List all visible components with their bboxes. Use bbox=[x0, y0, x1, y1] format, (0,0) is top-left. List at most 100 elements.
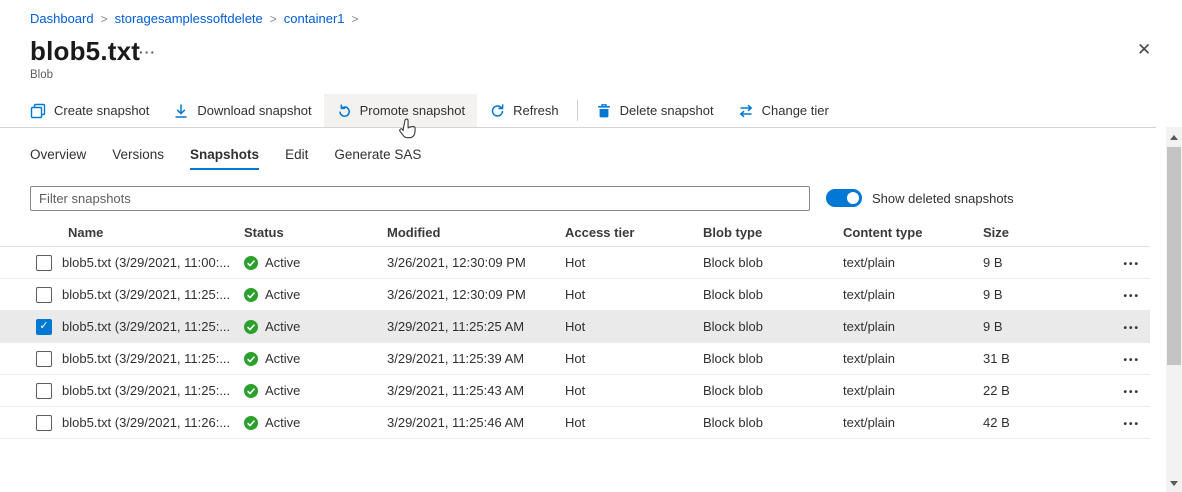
create-snapshot-label: Create snapshot bbox=[54, 103, 149, 118]
toggle-knob bbox=[847, 192, 859, 204]
delete-snapshot-button[interactable]: Delete snapshot bbox=[584, 94, 726, 127]
command-bar: Create snapshot Download snapshot Promot… bbox=[30, 94, 841, 127]
breadcrumb: Dashboard > storagesamplessoftdelete > c… bbox=[30, 11, 359, 26]
promote-snapshot-label: Promote snapshot bbox=[360, 103, 466, 118]
column-header-content-type: Content type bbox=[843, 225, 983, 240]
breadcrumb-dashboard[interactable]: Dashboard bbox=[30, 11, 94, 26]
row-context-menu-icon[interactable]: ••• bbox=[1123, 323, 1140, 334]
access-tier-value: Hot bbox=[565, 255, 703, 270]
status-label: Active bbox=[265, 255, 300, 270]
breadcrumb-storage-account[interactable]: storagesamplessoftdelete bbox=[115, 11, 263, 26]
status-active-icon bbox=[244, 256, 258, 270]
row-context-menu-icon[interactable]: ••• bbox=[1123, 419, 1140, 430]
blob-type-value: Block blob bbox=[703, 383, 843, 398]
row-checkbox[interactable] bbox=[36, 351, 52, 367]
refresh-icon bbox=[489, 103, 505, 119]
download-snapshot-button[interactable]: Download snapshot bbox=[161, 94, 323, 127]
row-checkbox[interactable] bbox=[36, 415, 52, 431]
close-icon[interactable]: ✕ bbox=[1137, 41, 1151, 58]
modified-value: 3/29/2021, 11:25:39 AM bbox=[387, 351, 565, 366]
snapshot-name: blob5.txt (3/29/2021, 11:25:... bbox=[62, 287, 244, 302]
page-subtitle: Blob bbox=[30, 69, 53, 81]
tab-snapshots[interactable]: Snapshots bbox=[190, 147, 259, 170]
change-tier-button[interactable]: Change tier bbox=[726, 94, 841, 127]
scrollbar-up-icon[interactable] bbox=[1170, 135, 1178, 140]
row-context-menu-icon[interactable]: ••• bbox=[1123, 387, 1140, 398]
modified-value: 3/29/2021, 11:25:43 AM bbox=[387, 383, 565, 398]
create-snapshot-button[interactable]: Create snapshot bbox=[30, 94, 161, 127]
blob-type-value: Block blob bbox=[703, 287, 843, 302]
size-value: 9 B bbox=[983, 319, 1075, 334]
content-type-value: text/plain bbox=[843, 351, 983, 366]
promote-icon bbox=[336, 103, 352, 119]
blob-type-value: Block blob bbox=[703, 319, 843, 334]
column-header-blob-type: Blob type bbox=[703, 225, 843, 240]
row-context-menu-icon[interactable]: ••• bbox=[1123, 291, 1140, 302]
more-icon[interactable]: ··· bbox=[139, 44, 156, 60]
refresh-label: Refresh bbox=[513, 103, 559, 118]
table-row[interactable]: blob5.txt (3/29/2021, 11:25:... Active 3… bbox=[0, 279, 1150, 311]
table-row[interactable]: blob5.txt (3/29/2021, 11:25:... Active 3… bbox=[0, 375, 1150, 407]
change-tier-icon bbox=[738, 103, 754, 119]
breadcrumb-container1[interactable]: container1 bbox=[284, 11, 345, 26]
tab-overview[interactable]: Overview bbox=[30, 147, 86, 170]
modified-value: 3/29/2021, 11:25:46 AM bbox=[387, 415, 565, 430]
refresh-button[interactable]: Refresh bbox=[477, 94, 571, 127]
status-active-icon bbox=[244, 320, 258, 334]
page-title: blob5.txt bbox=[30, 36, 140, 67]
content-type-value: text/plain bbox=[843, 255, 983, 270]
blob-type-value: Block blob bbox=[703, 255, 843, 270]
scrollbar-down-icon[interactable] bbox=[1170, 481, 1178, 486]
row-checkbox[interactable] bbox=[36, 287, 52, 303]
promote-snapshot-button[interactable]: Promote snapshot bbox=[324, 94, 478, 127]
row-checkbox[interactable] bbox=[36, 255, 52, 271]
vertical-scrollbar[interactable] bbox=[1166, 127, 1182, 492]
tab-versions[interactable]: Versions bbox=[112, 147, 164, 170]
snapshot-name: blob5.txt (3/29/2021, 11:25:... bbox=[62, 351, 244, 366]
column-header-size: Size bbox=[983, 225, 1075, 240]
delete-icon bbox=[596, 103, 612, 119]
status-active-icon bbox=[244, 416, 258, 430]
toolbar-divider-line bbox=[0, 127, 1156, 128]
content-type-value: text/plain bbox=[843, 383, 983, 398]
access-tier-value: Hot bbox=[565, 319, 703, 334]
column-header-access-tier: Access tier bbox=[565, 225, 703, 240]
status-active-icon bbox=[244, 384, 258, 398]
modified-value: 3/29/2021, 11:25:25 AM bbox=[387, 319, 565, 334]
download-snapshot-label: Download snapshot bbox=[197, 103, 311, 118]
toolbar-divider bbox=[577, 100, 578, 121]
row-context-menu-icon[interactable]: ••• bbox=[1123, 355, 1140, 366]
size-value: 9 B bbox=[983, 287, 1075, 302]
column-header-status: Status bbox=[244, 225, 387, 240]
access-tier-value: Hot bbox=[565, 287, 703, 302]
size-value: 42 B bbox=[983, 415, 1075, 430]
scrollbar-thumb[interactable] bbox=[1167, 147, 1181, 365]
tab-edit[interactable]: Edit bbox=[285, 147, 308, 170]
table-row[interactable]: blob5.txt (3/29/2021, 11:25:... Active 3… bbox=[0, 343, 1150, 375]
content-type-value: text/plain bbox=[843, 287, 983, 302]
filter-snapshots-input[interactable] bbox=[30, 186, 810, 211]
snapshot-name: blob5.txt (3/29/2021, 11:26:... bbox=[62, 415, 244, 430]
tab-generate-sas[interactable]: Generate SAS bbox=[334, 147, 421, 170]
show-deleted-snapshots-toggle[interactable] bbox=[826, 189, 862, 207]
status-label: Active bbox=[265, 415, 300, 430]
size-value: 9 B bbox=[983, 255, 1075, 270]
snapshot-name: blob5.txt (3/29/2021, 11:00:... bbox=[62, 255, 244, 270]
checkmark-icon: ✓ bbox=[39, 321, 48, 332]
create-snapshot-icon bbox=[30, 103, 46, 119]
snapshot-name: blob5.txt (3/29/2021, 11:25:... bbox=[62, 319, 244, 334]
table-row[interactable]: blob5.txt (3/29/2021, 11:00:... Active 3… bbox=[0, 247, 1150, 279]
row-checkbox-checked[interactable]: ✓ bbox=[36, 319, 52, 335]
snapshot-name: blob5.txt (3/29/2021, 11:25:... bbox=[62, 383, 244, 398]
size-value: 31 B bbox=[983, 351, 1075, 366]
download-icon bbox=[173, 103, 189, 119]
row-checkbox[interactable] bbox=[36, 383, 52, 399]
snapshots-table: Name Status Modified Access tier Blob ty… bbox=[0, 218, 1150, 439]
modified-value: 3/26/2021, 12:30:09 PM bbox=[387, 255, 565, 270]
status-active-icon bbox=[244, 288, 258, 302]
row-context-menu-icon[interactable]: ••• bbox=[1123, 259, 1140, 270]
breadcrumb-separator: > bbox=[101, 12, 108, 26]
table-row-selected[interactable]: ✓ blob5.txt (3/29/2021, 11:25:... Active… bbox=[0, 311, 1150, 343]
status-label: Active bbox=[265, 351, 300, 366]
table-row[interactable]: blob5.txt (3/29/2021, 11:26:... Active 3… bbox=[0, 407, 1150, 439]
